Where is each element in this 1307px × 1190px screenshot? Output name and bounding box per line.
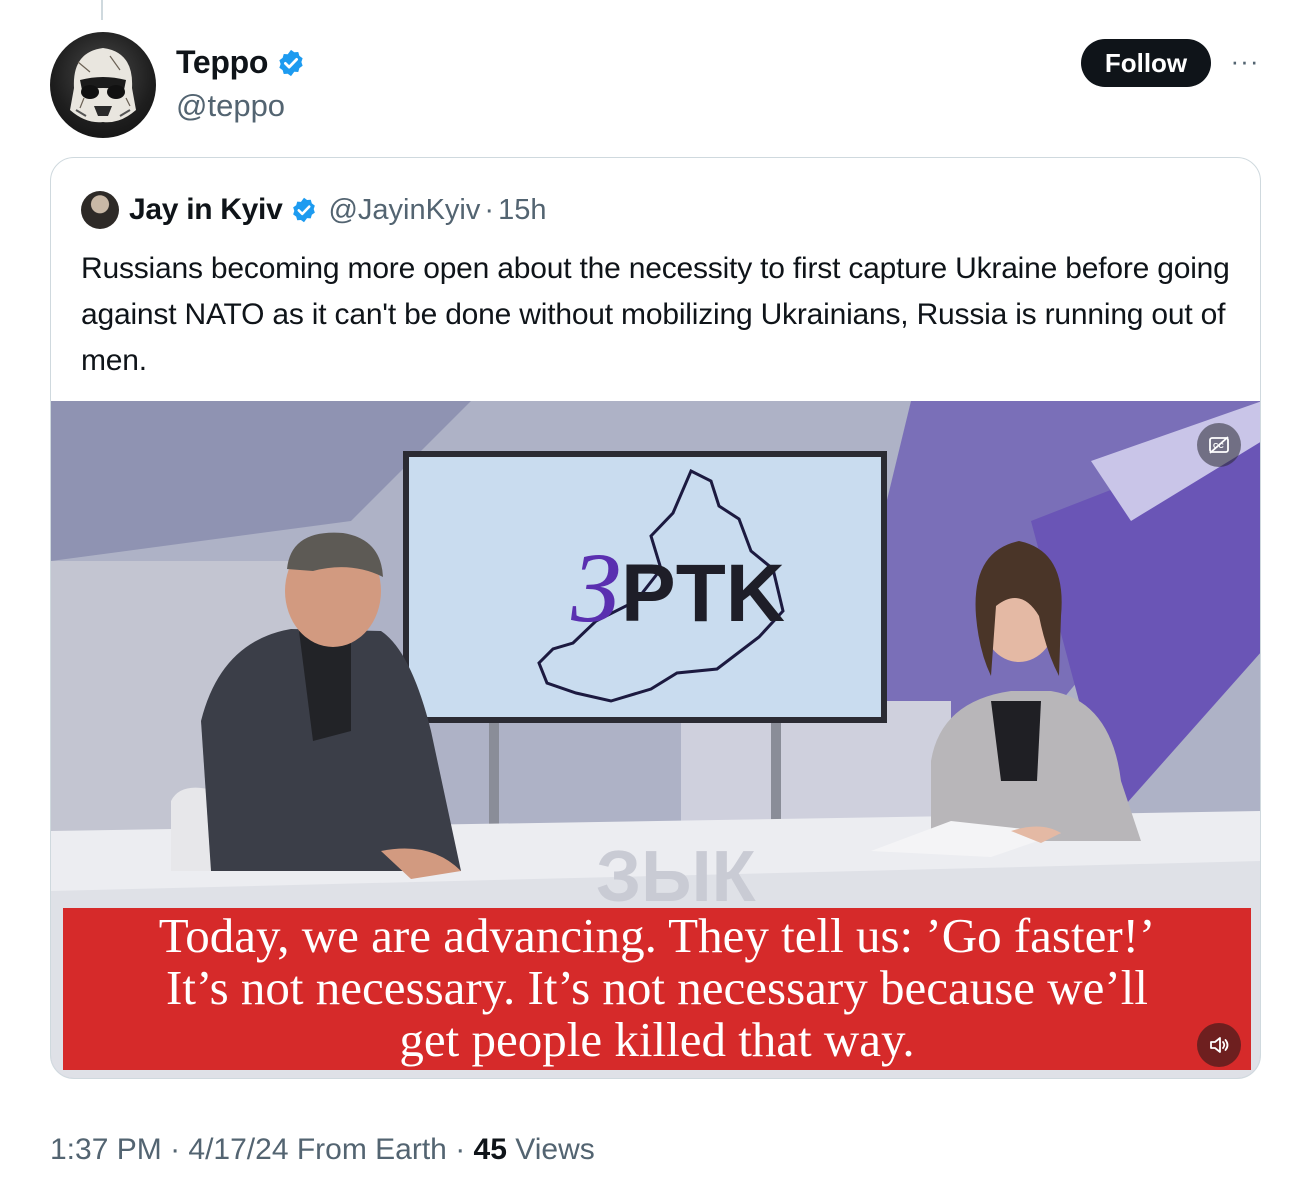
video-caption-text: Today, we are advancing. They tell us: ’… <box>63 908 1251 1070</box>
author-name-row: Teppo <box>176 44 306 81</box>
captions-off-icon: CC <box>1209 436 1229 454</box>
quoted-tweet-header: Jay in Kyiv @JayinKyiv · 15h <box>81 190 546 230</box>
more-options-icon[interactable]: ··· <box>1227 46 1263 76</box>
verified-badge-icon <box>293 197 316 223</box>
separator-dot: · <box>484 193 495 226</box>
svg-text:ЗЫК: ЗЫК <box>596 837 757 917</box>
separator-dot: · <box>161 1133 189 1166</box>
quoted-author-handle[interactable]: @JayinKyiv <box>328 194 480 227</box>
svg-text:З: З <box>571 532 621 643</box>
quoted-author-avatar[interactable] <box>81 191 119 229</box>
follow-button[interactable]: Follow <box>1081 39 1211 87</box>
video-player[interactable]: З PTK ЗЫК CC <box>51 401 1260 1078</box>
separator-dot: · <box>446 1133 474 1166</box>
thread-connector-line <box>101 0 103 20</box>
quoted-author-name[interactable]: Jay in Kyiv <box>129 193 283 227</box>
caption-line: It’s not necessary. It’s not necessary b… <box>166 960 1148 1015</box>
stormtrooper-helmet-icon <box>70 48 136 123</box>
author-avatar[interactable] <box>50 32 156 138</box>
tweet-date[interactable]: 4/17/24 <box>188 1133 288 1166</box>
caption-line: Today, we are advancing. They tell us: ’… <box>158 908 1156 963</box>
author-display-name[interactable]: Teppo <box>176 44 268 81</box>
quoted-tweet-time[interactable]: 15h <box>498 194 546 227</box>
speaker-muted-icon <box>1210 1037 1229 1053</box>
views-count[interactable]: 45 <box>474 1133 507 1166</box>
video-caption-banner: Today, we are advancing. They tell us: ’… <box>63 908 1251 1070</box>
svg-text:PTK: PTK <box>621 548 785 639</box>
views-label: Views <box>506 1133 595 1166</box>
author-handle[interactable]: @teppo <box>176 88 285 124</box>
tweet-time[interactable]: 1:37 PM <box>50 1133 162 1166</box>
captions-toggle-button[interactable]: CC <box>1197 423 1241 467</box>
tweet-source: From Earth <box>288 1133 447 1166</box>
caption-line: get people killed that way. <box>399 1012 915 1067</box>
quoted-tweet-text: Russians becoming more open about the ne… <box>81 252 1230 377</box>
mute-toggle-button[interactable] <box>1197 1023 1241 1067</box>
tweet-meta: 1:37 PM · 4/17/24 From Earth · 45 Views <box>50 1133 595 1167</box>
verified-badge-icon <box>279 49 303 76</box>
quoted-tweet-card[interactable]: Jay in Kyiv @JayinKyiv · 15h Russians be… <box>50 157 1261 1079</box>
